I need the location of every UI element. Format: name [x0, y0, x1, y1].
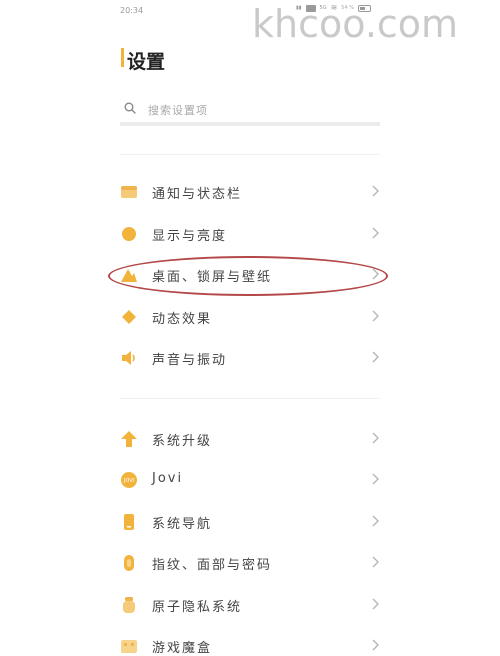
item-label: 系统升级: [152, 434, 213, 449]
setting-item-jovi[interactable]: JOVI Jovi: [112, 463, 388, 497]
item-label: 游戏魔盒: [152, 641, 213, 656]
chevron-right-icon: [372, 432, 379, 444]
chevron-right-icon: [372, 351, 379, 363]
watermark: khcoo.com: [252, 2, 459, 46]
chevron-right-icon: [372, 515, 379, 527]
title-accent-bar: [121, 48, 124, 67]
jovi-icon: JOVI: [121, 472, 137, 488]
section-divider: [120, 398, 380, 399]
setting-item-animation[interactable]: 动态效果: [112, 300, 388, 334]
status-time: 20:34: [120, 6, 144, 15]
game-box-icon: [121, 640, 137, 653]
item-label: 显示与亮度: [152, 229, 228, 244]
chevron-right-icon: [372, 310, 379, 322]
search-icon: [124, 102, 136, 114]
item-label: 动态效果: [152, 312, 213, 327]
search-placeholder: 搜索设置项: [148, 104, 208, 117]
chevron-right-icon: [372, 598, 379, 610]
chevron-right-icon: [372, 227, 379, 239]
page-title: 设置: [127, 51, 166, 73]
item-label: 通知与状态栏: [152, 187, 243, 202]
brightness-icon: [122, 227, 136, 241]
svg-text:JOVI: JOVI: [123, 478, 134, 484]
setting-item-game-box[interactable]: 游戏魔盒: [112, 629, 388, 656]
upgrade-icon: [121, 431, 137, 447]
item-label: Jovi: [152, 471, 184, 486]
section-divider: [120, 154, 380, 155]
setting-item-display[interactable]: 显示与亮度: [112, 217, 388, 251]
privacy-icon: [123, 597, 135, 613]
setting-item-system-upgrade[interactable]: 系统升级: [112, 422, 388, 456]
item-label: 原子隐私系统: [152, 600, 243, 615]
highlight-ellipse: [108, 256, 388, 296]
setting-item-fingerprint[interactable]: 指纹、面部与密码: [112, 546, 388, 580]
navigation-icon: [124, 514, 134, 530]
setting-item-privacy[interactable]: 原子隐私系统: [112, 588, 388, 622]
setting-item-navigation[interactable]: 系统导航: [112, 505, 388, 539]
fingerprint-icon: [124, 555, 134, 571]
search-box[interactable]: 搜索设置项: [120, 96, 380, 126]
animation-icon: [122, 310, 136, 324]
setting-item-sound[interactable]: 声音与振动: [112, 341, 388, 375]
chevron-right-icon: [372, 639, 379, 651]
chevron-right-icon: [372, 185, 379, 197]
chevron-right-icon: [372, 556, 379, 568]
sound-icon: [122, 351, 135, 365]
setting-item-notifications[interactable]: 通知与状态栏: [112, 175, 388, 209]
item-label: 系统导航: [152, 517, 213, 532]
chevron-right-icon: [372, 473, 379, 485]
item-label: 指纹、面部与密码: [152, 558, 273, 573]
notification-icon: [121, 186, 137, 198]
item-label: 声音与振动: [152, 353, 228, 368]
